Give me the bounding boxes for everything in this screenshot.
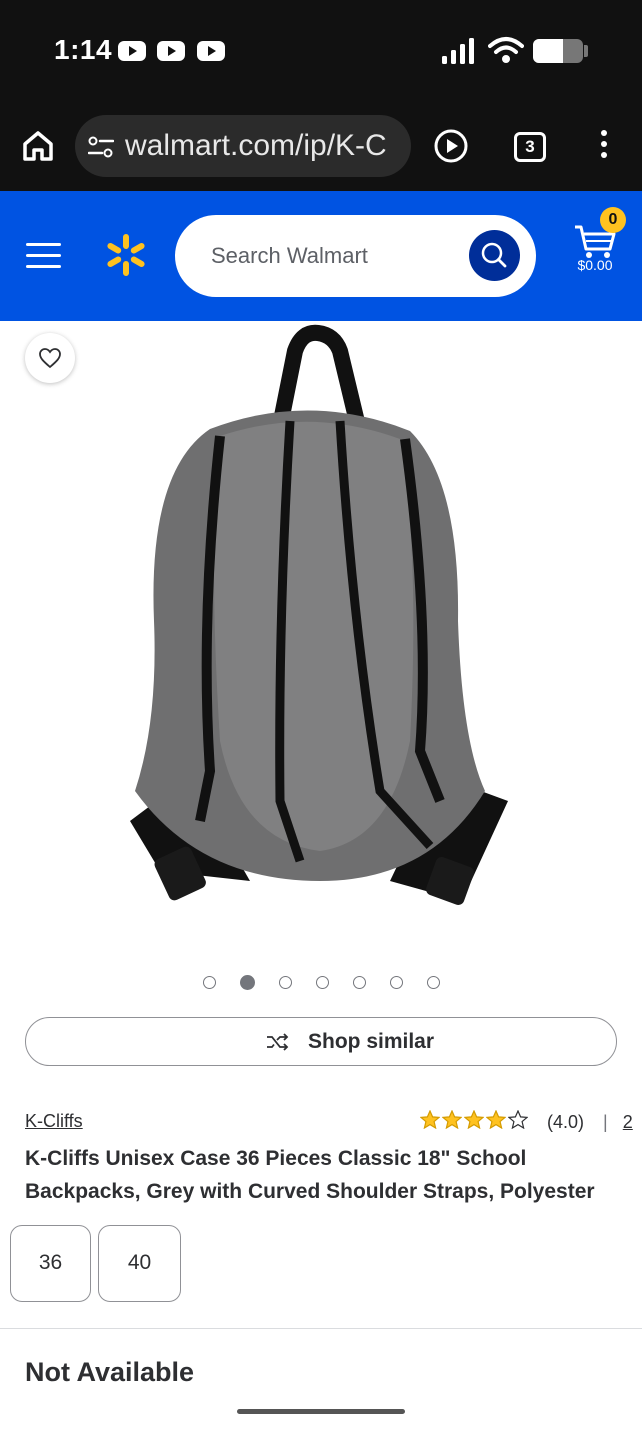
star-icon bbox=[507, 1109, 529, 1130]
youtube-icon bbox=[197, 41, 225, 61]
gallery-dot[interactable] bbox=[278, 976, 292, 989]
star-icon bbox=[485, 1109, 507, 1130]
overflow-menu-icon[interactable] bbox=[598, 130, 610, 162]
youtube-icon bbox=[157, 41, 185, 61]
review-count-link[interactable]: 2 bbox=[623, 1112, 633, 1133]
favorite-button[interactable] bbox=[25, 333, 75, 383]
search-button[interactable] bbox=[469, 230, 520, 281]
search-icon bbox=[481, 242, 507, 268]
star-icon bbox=[441, 1109, 463, 1130]
youtube-icon bbox=[118, 41, 146, 61]
tab-switcher-button[interactable]: 3 bbox=[514, 132, 546, 162]
product-title: K-Cliffs Unisex Case 36 Pieces Classic 1… bbox=[25, 1147, 595, 1203]
star-icon bbox=[463, 1109, 485, 1130]
battery-icon bbox=[533, 39, 583, 63]
star-icon bbox=[419, 1109, 441, 1130]
home-icon[interactable] bbox=[20, 128, 56, 164]
address-bar[interactable]: walmart.com/ip/K-C bbox=[75, 115, 411, 177]
site-settings-icon[interactable] bbox=[88, 136, 114, 158]
gallery-pagination[interactable] bbox=[0, 975, 642, 995]
shop-similar-label: Shop similar bbox=[308, 1030, 435, 1053]
divider bbox=[0, 1328, 642, 1329]
status-bar: 1:14 bbox=[0, 0, 642, 100]
menu-icon[interactable] bbox=[26, 243, 61, 269]
availability-status: Not Available bbox=[25, 1357, 195, 1387]
shop-similar-button[interactable]: Shop similar bbox=[25, 1017, 617, 1066]
gesture-navigation-bar[interactable] bbox=[237, 1409, 405, 1414]
gallery-dot[interactable] bbox=[239, 975, 255, 990]
gallery-dot[interactable] bbox=[389, 976, 403, 989]
search-bar bbox=[175, 215, 536, 297]
brand-link[interactable]: K-Cliffs bbox=[25, 1111, 83, 1132]
heart-icon bbox=[39, 348, 61, 369]
cart-count-badge: 0 bbox=[600, 207, 626, 233]
shuffle-icon bbox=[267, 1033, 289, 1051]
rating-value: (4.0) bbox=[547, 1111, 585, 1132]
battery-tip bbox=[584, 45, 588, 57]
walmart-spark-logo[interactable] bbox=[104, 233, 148, 277]
gallery-dot[interactable] bbox=[202, 976, 216, 989]
status-time: 1:14 bbox=[54, 34, 113, 65]
rating-stars bbox=[419, 1109, 530, 1134]
site-header: 0 $0.00 bbox=[0, 191, 642, 321]
browser-toolbar: walmart.com/ip/K-C 3 bbox=[0, 100, 642, 191]
product-rating[interactable]: (4.0) | 2 bbox=[419, 1109, 633, 1136]
product-image-gallery[interactable] bbox=[0, 321, 642, 961]
rating-separator: | bbox=[603, 1111, 608, 1132]
wifi-icon bbox=[488, 37, 524, 63]
search-input[interactable] bbox=[211, 233, 461, 279]
variant-option-36[interactable]: 36 bbox=[10, 1225, 91, 1302]
gallery-dot[interactable] bbox=[426, 976, 440, 989]
gallery-dot[interactable] bbox=[315, 976, 329, 989]
signal-icon bbox=[442, 38, 474, 64]
url-text: walmart.com/ip/K-C bbox=[125, 129, 387, 162]
cart-total: $0.00 bbox=[577, 257, 613, 273]
play-icon[interactable] bbox=[434, 129, 468, 163]
product-photo-backpack bbox=[130, 324, 508, 905]
gallery-dot[interactable] bbox=[352, 976, 366, 989]
variant-option-40[interactable]: 40 bbox=[98, 1225, 181, 1302]
